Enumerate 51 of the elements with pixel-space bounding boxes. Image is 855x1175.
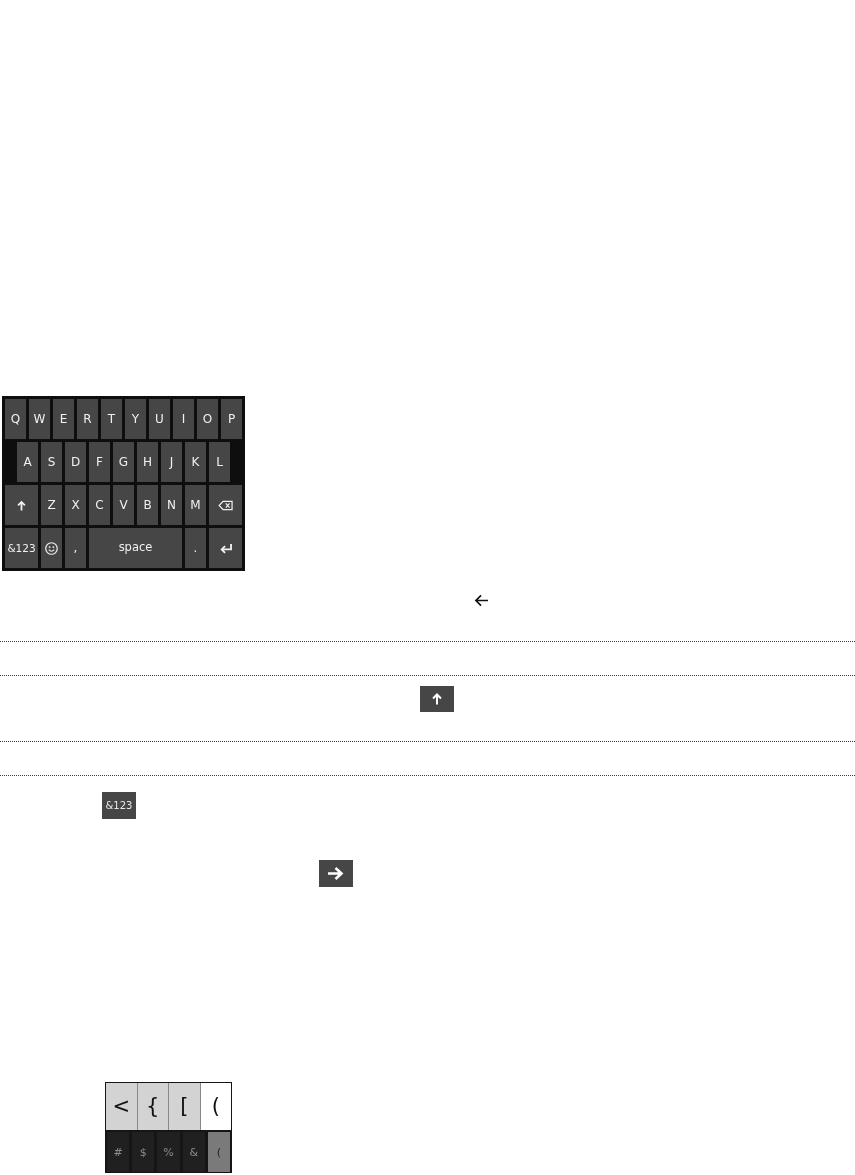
keyboard-key[interactable]: T bbox=[101, 399, 122, 439]
space-key[interactable]: space bbox=[89, 528, 182, 568]
keyboard-key[interactable]: N bbox=[161, 485, 182, 525]
keyboard-key[interactable]: S bbox=[41, 442, 62, 482]
symbols-key: &123 bbox=[102, 792, 136, 819]
enter-key[interactable] bbox=[209, 528, 242, 568]
character-option[interactable]: [ bbox=[169, 1083, 200, 1130]
left-arrow-icon bbox=[474, 594, 489, 607]
keyboard-key[interactable]: K bbox=[185, 442, 206, 482]
up-arrow-key-icon bbox=[420, 686, 454, 712]
emoji-key[interactable] bbox=[41, 528, 62, 568]
keyboard-key[interactable]: J bbox=[161, 442, 182, 482]
keyboard-key[interactable]: $ bbox=[132, 1132, 155, 1172]
keyboard-key[interactable]: B bbox=[137, 485, 158, 525]
symbols-key[interactable]: &123 bbox=[5, 528, 38, 568]
keyboard-key[interactable]: C bbox=[89, 485, 110, 525]
keyboard-key[interactable]: Q bbox=[5, 399, 26, 439]
keyboard-key[interactable]: ( bbox=[207, 1132, 230, 1172]
keyboard-key[interactable]: G bbox=[113, 442, 134, 482]
keyboard-key[interactable]: # bbox=[107, 1132, 130, 1172]
up-arrow-icon bbox=[17, 499, 26, 511]
keyboard-key[interactable]: R bbox=[77, 399, 98, 439]
keyboard-key[interactable]: & bbox=[182, 1132, 205, 1172]
keyboard-key[interactable]: A bbox=[17, 442, 38, 482]
right-arrow-key-icon bbox=[319, 860, 353, 887]
smiley-icon bbox=[45, 541, 58, 555]
character-option[interactable]: ( bbox=[200, 1083, 231, 1130]
backspace-key[interactable] bbox=[209, 485, 242, 525]
keyboard-key[interactable]: . bbox=[185, 528, 206, 568]
keyboard-key[interactable]: % bbox=[157, 1132, 180, 1172]
keyboard-key[interactable]: O bbox=[197, 399, 218, 439]
keyboard-key[interactable]: P bbox=[221, 399, 242, 439]
backspace-icon bbox=[218, 499, 233, 511]
keyboard-key[interactable]: D bbox=[65, 442, 86, 482]
keyboard-key[interactable]: H bbox=[137, 442, 158, 482]
keyboard-key[interactable]: Y bbox=[125, 399, 146, 439]
keyboard-key[interactable]: Z bbox=[41, 485, 62, 525]
keyboard-key[interactable]: U bbox=[149, 399, 170, 439]
keyboard-key[interactable]: M bbox=[185, 485, 206, 525]
keyboard-key[interactable]: X bbox=[65, 485, 86, 525]
keyboard-key[interactable]: I bbox=[173, 399, 194, 439]
keyboard-key[interactable]: F bbox=[89, 442, 110, 482]
keyboard-key[interactable]: , bbox=[65, 528, 86, 568]
character-option[interactable]: < bbox=[106, 1083, 137, 1130]
keyboard-key[interactable]: E bbox=[53, 399, 74, 439]
shift-key[interactable] bbox=[5, 485, 38, 525]
keyboard-key[interactable]: V bbox=[113, 485, 134, 525]
enter-icon bbox=[218, 542, 233, 554]
character-option[interactable]: { bbox=[137, 1083, 168, 1130]
keyboard-key[interactable]: W bbox=[29, 399, 50, 439]
keyboard-key[interactable]: L bbox=[209, 442, 230, 482]
